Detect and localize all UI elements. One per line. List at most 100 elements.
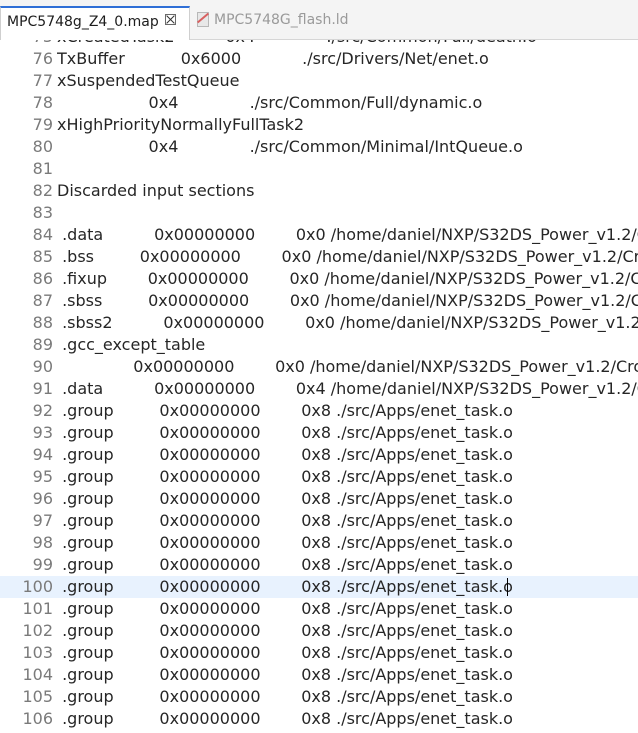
text-caret: [507, 578, 508, 596]
code-line[interactable]: 97 .group 0x00000000 0x8 ./src/Apps/enet…: [0, 510, 638, 532]
line-number: 90: [32, 357, 53, 376]
line-text[interactable]: .sbss 0x00000000 0x0 /home/daniel/NXP/S3…: [57, 290, 638, 312]
code-line[interactable]: 78 0x4 ./src/Common/Full/dynamic.o: [0, 92, 638, 114]
line-number: 75: [0, 40, 53, 48]
code-line[interactable]: 96 .group 0x00000000 0x8 ./src/Apps/enet…: [0, 488, 638, 510]
code-line[interactable]: 106 .group 0x00000000 0x8 ./src/Apps/ene…: [0, 708, 638, 730]
code-line[interactable]: 102 .group 0x00000000 0x8 ./src/Apps/ene…: [0, 620, 638, 642]
tab-linker-file-label: MPC5748G_flash.ld: [214, 12, 349, 28]
line-text[interactable]: .group 0x00000000 0x8 ./src/Apps/enet_ta…: [57, 444, 638, 466]
line-number: 82: [32, 181, 53, 200]
line-number: 79: [32, 115, 53, 134]
line-number: 83: [32, 203, 53, 222]
current-line[interactable]: 100 .group 0x00000000 0x8 ./src/Apps/ene…: [0, 576, 638, 598]
line-number: 105: [22, 687, 53, 706]
code-line[interactable]: 87 .sbss 0x00000000 0x0 /home/daniel/NXP…: [0, 290, 638, 312]
line-text[interactable]: .group 0x00000000 0x8 ./src/Apps/enet_ta…: [57, 532, 638, 554]
code-line[interactable]: 79 xHighPriorityNormallyFullTask2: [0, 114, 638, 136]
line-text[interactable]: Discarded input sections: [57, 180, 638, 202]
line-text[interactable]: .group 0x00000000 0x8 ./src/Apps/enet_ta…: [57, 400, 638, 422]
code-line[interactable]: 93 .group 0x00000000 0x8 ./src/Apps/enet…: [0, 422, 638, 444]
line-number: 88: [32, 313, 53, 332]
code-line[interactable]: 84 .data 0x00000000 0x0 /home/daniel/NXP…: [0, 224, 638, 246]
line-number: 106: [22, 709, 53, 728]
line-text[interactable]: .group 0x00000000 0x8 ./src/Apps/enet_ta…: [57, 422, 638, 444]
line-text[interactable]: .group 0x00000000 0x8 ./src/Apps/enet_ta…: [57, 466, 638, 488]
line-text[interactable]: .sbss2 0x00000000 0x0 /home/daniel/NXP/S…: [57, 312, 638, 334]
line-text[interactable]: .fixup 0x00000000 0x0 /home/daniel/NXP/S…: [57, 268, 638, 290]
line-number: 100: [22, 577, 53, 596]
code-line[interactable]: 82 Discarded input sections: [0, 180, 638, 202]
line-number: 93: [32, 423, 53, 442]
line-text[interactable]: xSuspendedTestQueue: [57, 70, 638, 92]
tab-linker-file[interactable]: MPC5748G_flash.ld: [190, 6, 370, 40]
line-number: 85: [32, 247, 53, 266]
code-line[interactable]: 90 0x00000000 0x0 /home/daniel/NXP/S32DS…: [0, 356, 638, 378]
code-line[interactable]: 75 xCreatedTask2 0x4 ./src/Common/Full/de…: [0, 40, 638, 48]
line-text[interactable]: .group 0x00000000 0x8 ./src/Apps/enet_ta…: [57, 488, 638, 510]
code-line[interactable]: 92 .group 0x00000000 0x8 ./src/Apps/enet…: [0, 400, 638, 422]
line-text[interactable]: .group 0x00000000 0x8 ./src/Apps/enet_ta…: [57, 620, 638, 642]
line-text[interactable]: .group 0x00000000 0x8 ./src/Apps/enet_ta…: [57, 598, 638, 620]
line-text[interactable]: xHighPriorityNormallyFullTask2: [57, 114, 638, 136]
code-line[interactable]: 94 .group 0x00000000 0x8 ./src/Apps/enet…: [0, 444, 638, 466]
line-number: 77: [32, 71, 53, 90]
line-number: 97: [32, 511, 53, 530]
line-number: 91: [32, 379, 53, 398]
line-text[interactable]: 0x4 ./src/Common/Minimal/IntQueue.o: [57, 136, 638, 158]
line-text[interactable]: TxBuffer 0x6000 ./src/Drivers/Net/enet.o: [57, 48, 638, 70]
code-line[interactable]: 95 .group 0x00000000 0x8 ./src/Apps/enet…: [0, 466, 638, 488]
text-editor[interactable]: 75 xCreatedTask2 0x4 ./src/Common/Full/de…: [0, 40, 638, 733]
line-text[interactable]: 0x4 ./src/Common/Full/dynamic.o: [57, 92, 638, 114]
code-line[interactable]: 77 xSuspendedTestQueue: [0, 70, 638, 92]
code-line[interactable]: 91 .data 0x00000000 0x4 /home/daniel/NXP…: [0, 378, 638, 400]
line-text[interactable]: .bss 0x00000000 0x0 /home/daniel/NXP/S32…: [57, 246, 638, 268]
code-line[interactable]: 103 .group 0x00000000 0x8 ./src/Apps/ene…: [0, 642, 638, 664]
line-text[interactable]: .group 0x00000000 0x8 ./src/Apps/enet_ta…: [57, 576, 638, 598]
line-number: 104: [22, 665, 53, 684]
code-line[interactable]: 98 .group 0x00000000 0x8 ./src/Apps/enet…: [0, 532, 638, 554]
line-number: 95: [32, 467, 53, 486]
code-line[interactable]: 101 .group 0x00000000 0x8 ./src/Apps/ene…: [0, 598, 638, 620]
line-text[interactable]: .data 0x00000000 0x0 /home/daniel/NXP/S3…: [57, 224, 638, 246]
code-line[interactable]: 81: [0, 158, 638, 180]
code-line[interactable]: 76 TxBuffer 0x6000 ./src/Drivers/Net/enet…: [0, 48, 638, 70]
code-line[interactable]: 83: [0, 202, 638, 224]
line-number: 76: [32, 49, 53, 68]
line-number: 94: [32, 445, 53, 464]
code-line[interactable]: 89 .gcc_except_table: [0, 334, 638, 356]
line-text[interactable]: 0x00000000 0x0 /home/daniel/NXP/S32DS_Po…: [57, 356, 638, 378]
line-number: 86: [32, 269, 53, 288]
line-number: 99: [32, 555, 53, 574]
line-text[interactable]: .group 0x00000000 0x8 ./src/Apps/enet_ta…: [57, 686, 638, 708]
code-line[interactable]: 104 .group 0x00000000 0x8 ./src/Apps/ene…: [0, 664, 638, 686]
code-line[interactable]: 99 .group 0x00000000 0x8 ./src/Apps/enet…: [0, 554, 638, 576]
line-number: 80: [32, 137, 53, 156]
line-text[interactable]: xCreatedTask2 0x4 ./src/Common/Full/deat…: [57, 40, 638, 48]
linker-file-icon: [196, 12, 210, 27]
line-text[interactable]: .group 0x00000000 0x8 ./src/Apps/enet_ta…: [57, 708, 638, 730]
line-number: 96: [32, 489, 53, 508]
line-text[interactable]: .gcc_except_table: [57, 334, 638, 356]
line-text[interactable]: .group 0x00000000 0x8 ./src/Apps/enet_ta…: [57, 664, 638, 686]
code-line[interactable]: 105 .group 0x00000000 0x8 ./src/Apps/ene…: [0, 686, 638, 708]
line-text[interactable]: .group 0x00000000 0x8 ./src/Apps/enet_ta…: [57, 554, 638, 576]
line-number: 89: [32, 335, 53, 354]
line-number: 101: [22, 599, 53, 618]
line-number: 92: [32, 401, 53, 420]
line-text[interactable]: .group 0x00000000 0x8 ./src/Apps/enet_ta…: [57, 642, 638, 664]
line-number: 78: [32, 93, 53, 112]
close-icon[interactable]: [164, 14, 176, 25]
line-number: 81: [32, 159, 53, 178]
tab-map-file[interactable]: MPC5748g_Z4_0.map: [0, 6, 190, 40]
line-number: 103: [22, 643, 53, 662]
line-text[interactable]: .data 0x00000000 0x4 /home/daniel/NXP/S3…: [57, 378, 638, 400]
line-text[interactable]: .group 0x00000000 0x8 ./src/Apps/enet_ta…: [57, 510, 638, 532]
code-line[interactable]: 88 .sbss2 0x00000000 0x0 /home/daniel/NX…: [0, 312, 638, 334]
editor-tab-bar: MPC5748g_Z4_0.map MPC5748G_flash.ld: [0, 0, 638, 40]
tab-map-file-label: MPC5748g_Z4_0.map: [7, 14, 159, 30]
line-number: 84: [32, 225, 53, 244]
code-line[interactable]: 86 .fixup 0x00000000 0x0 /home/daniel/NX…: [0, 268, 638, 290]
code-line[interactable]: 85 .bss 0x00000000 0x0 /home/daniel/NXP/…: [0, 246, 638, 268]
code-line[interactable]: 80 0x4 ./src/Common/Minimal/IntQueue.o: [0, 136, 638, 158]
